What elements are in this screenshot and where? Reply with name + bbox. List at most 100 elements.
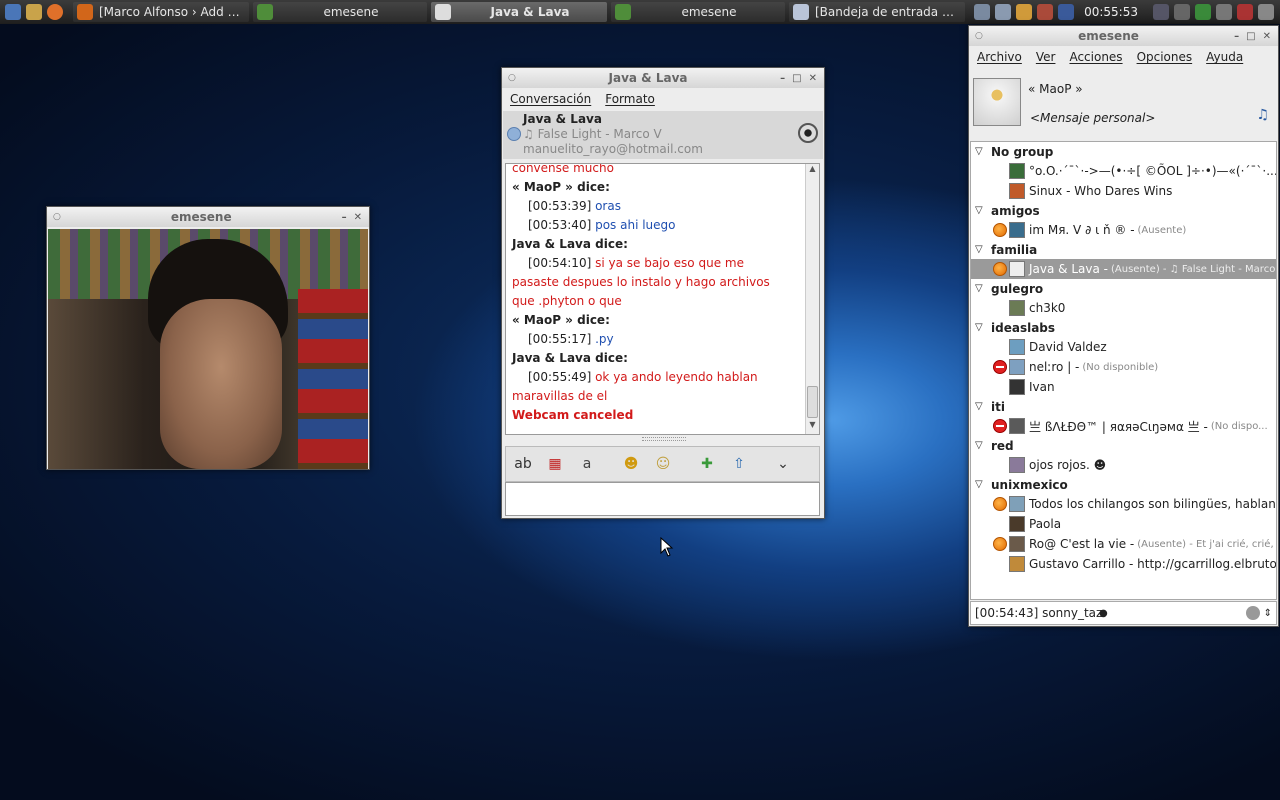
- maximize-icon[interactable]: □: [1246, 31, 1255, 42]
- contact-row[interactable]: °o.O.·´¯`·->—(•·÷[ ©ÕOL ]÷·•)—«(·´¯`·...: [971, 161, 1276, 181]
- menu-opciones[interactable]: Opciones: [1137, 50, 1193, 64]
- firefox-launcher-icon[interactable]: [47, 4, 63, 20]
- contact-row[interactable]: Ivan: [971, 377, 1276, 397]
- message-text: si ya se bajo eso que me: [595, 256, 744, 270]
- taskbar-item[interactable]: [Marco Alfonso › Add Ne...: [73, 2, 249, 22]
- message-text: Webcam canceled: [512, 408, 634, 422]
- contact-row[interactable]: im Mя. V ∂ ι ň ® - (Ausente): [971, 220, 1276, 240]
- volume-icon[interactable]: [1174, 4, 1190, 20]
- group-header[interactable]: ▽ red: [971, 436, 1276, 455]
- taskbar-item-label: emesene: [323, 5, 379, 19]
- taskbar-item[interactable]: emesene: [253, 2, 427, 22]
- taskbar-item[interactable]: Java & Lava: [431, 2, 607, 22]
- close-icon[interactable]: ✕: [354, 212, 362, 223]
- conversation-area[interactable]: convense mucho « MaoP » dice: [00:53:39] o…: [505, 163, 820, 435]
- menu-ver[interactable]: Ver: [1036, 50, 1056, 64]
- contact-row[interactable]: David Valdez: [971, 337, 1276, 357]
- applications-menu-icon[interactable]: [5, 4, 21, 20]
- group-header[interactable]: ▽ familia: [971, 240, 1276, 259]
- group-header[interactable]: ▽ iti: [971, 397, 1276, 416]
- network-icon[interactable]: [974, 4, 991, 20]
- main-titlebar[interactable]: ○ emesene – □ ✕: [969, 26, 1278, 46]
- contact-list[interactable]: ▽ No group °o.O.·´¯`·->—(•·÷[ ©ÕOL ]÷·•)—«…: [970, 141, 1277, 600]
- contact-row[interactable]: ojos rojos. ☻: [971, 455, 1276, 475]
- settings-icon[interactable]: [995, 4, 1012, 20]
- user-nick[interactable]: « MaoP »: [1028, 82, 1083, 96]
- dt-tray-icon[interactable]: [1058, 4, 1075, 20]
- group-header[interactable]: ▽ gulegro: [971, 279, 1276, 298]
- expander-arrow-icon[interactable]: ▽: [975, 146, 991, 157]
- contact-row[interactable]: Paola: [971, 514, 1276, 534]
- webcam-titlebar[interactable]: ○ emesene – ✕: [47, 207, 369, 227]
- group-header[interactable]: ▽ unixmexico: [971, 475, 1276, 494]
- menu-acciones[interactable]: Acciones: [1069, 50, 1122, 64]
- expander-arrow-icon[interactable]: ▽: [975, 479, 991, 490]
- text-format-icon[interactable]: a: [578, 455, 596, 473]
- close-icon[interactable]: ✕: [809, 73, 817, 84]
- contact-row[interactable]: Sinux - Who Dares Wins: [971, 181, 1276, 201]
- pane-handle[interactable]: [642, 437, 686, 441]
- contact-row[interactable]: Java & Lava - (Ausente) - ♫ False Light -…: [971, 259, 1276, 279]
- menu-archivo[interactable]: Archivo: [977, 50, 1022, 64]
- app-tray-icon[interactable]: [1037, 4, 1054, 20]
- messenger-tray-icon[interactable]: [1016, 4, 1033, 20]
- menu-ayuda[interactable]: Ayuda: [1206, 50, 1243, 64]
- invite-icon[interactable]: ✚: [698, 455, 716, 473]
- close-icon[interactable]: ✕: [1263, 31, 1271, 42]
- minimize-icon[interactable]: –: [342, 212, 347, 223]
- group-header[interactable]: ▽ ideaslabs: [971, 318, 1276, 337]
- contact-row[interactable]: Ro@ C'est la vie - (Ausente) - Et j'ai cr…: [971, 534, 1276, 554]
- emoticon-icon[interactable]: ☻: [622, 455, 640, 473]
- user-avatar[interactable]: [973, 78, 1021, 126]
- font-color-icon[interactable]: ▦: [546, 455, 564, 473]
- personal-message[interactable]: <Mensaje personal>: [1030, 111, 1155, 125]
- webcam-icon[interactable]: [798, 123, 818, 143]
- status-selector-icon[interactable]: ⇕: [1264, 608, 1272, 619]
- status-person-icon[interactable]: [1245, 606, 1260, 620]
- expander-arrow-icon[interactable]: ▽: [975, 440, 991, 451]
- chat-message: [00:55:49] ok ya ando leyendo hablan: [512, 368, 802, 387]
- maximize-icon[interactable]: □: [792, 73, 801, 84]
- expander-arrow-icon[interactable]: ▽: [975, 283, 991, 294]
- minimize-icon[interactable]: –: [780, 73, 785, 84]
- clock[interactable]: 00:55:53: [1084, 5, 1138, 19]
- expander-arrow-icon[interactable]: ▽: [975, 205, 991, 216]
- status-bar[interactable]: [00:54:43] sonny_taz ● ⇕: [970, 601, 1277, 625]
- send-file-icon[interactable]: ⇧: [730, 455, 748, 473]
- taskbar-item[interactable]: [Bandeja de entrada para ...: [789, 2, 965, 22]
- file-manager-icon[interactable]: [26, 4, 42, 20]
- window-menu-icon[interactable]: ○: [975, 31, 983, 41]
- menu-formato[interactable]: Formato: [605, 92, 655, 106]
- scroll-up-icon[interactable]: ▲: [806, 164, 819, 178]
- wink-icon[interactable]: ☺: [654, 455, 672, 473]
- font-icon[interactable]: ab: [514, 455, 532, 473]
- window-menu-icon[interactable]: ○: [508, 73, 516, 83]
- taskbar-item[interactable]: emesene: [611, 2, 785, 22]
- bluetooth-icon[interactable]: [1153, 4, 1169, 20]
- contact-row[interactable]: Gustavo Carrillo - http://gcarrillog.elb…: [971, 554, 1276, 574]
- window-menu-icon[interactable]: ○: [53, 212, 61, 222]
- chat-titlebar[interactable]: ○ Java & Lava – □ ✕: [502, 68, 824, 88]
- group-name: ideaslabs: [991, 320, 1056, 335]
- scrollbar[interactable]: ▲ ▼: [805, 164, 819, 434]
- scroll-down-icon[interactable]: ▼: [806, 420, 819, 434]
- more-icon[interactable]: ⌄: [774, 455, 792, 473]
- expander-arrow-icon[interactable]: ▽: [975, 244, 991, 255]
- contact-row[interactable]: ch3k0: [971, 298, 1276, 318]
- group-header[interactable]: ▽ No group: [971, 142, 1276, 161]
- mail-tray-icon[interactable]: [1258, 4, 1274, 20]
- notes-icon[interactable]: [1195, 4, 1211, 20]
- music-note-icon[interactable]: ♫: [1256, 107, 1269, 123]
- power-icon[interactable]: [1237, 4, 1253, 20]
- group-header[interactable]: ▽ amigos: [971, 201, 1276, 220]
- message-input[interactable]: [505, 482, 820, 516]
- menu-conversacion[interactable]: Conversación: [510, 92, 591, 106]
- contact-row[interactable]: Todos los chilangos son bilingües, habla…: [971, 494, 1276, 514]
- minimize-icon[interactable]: –: [1234, 31, 1239, 42]
- expander-arrow-icon[interactable]: ▽: [975, 401, 991, 412]
- contact-row[interactable]: 亗 ßΛŁÐΘ™ | яαяәϹιŋәмα 亗 - (No dispo...: [971, 416, 1276, 436]
- scroll-thumb[interactable]: [807, 386, 818, 418]
- calendar-icon[interactable]: [1216, 4, 1232, 20]
- expander-arrow-icon[interactable]: ▽: [975, 322, 991, 333]
- contact-row[interactable]: nelːro | - (No disponible): [971, 357, 1276, 377]
